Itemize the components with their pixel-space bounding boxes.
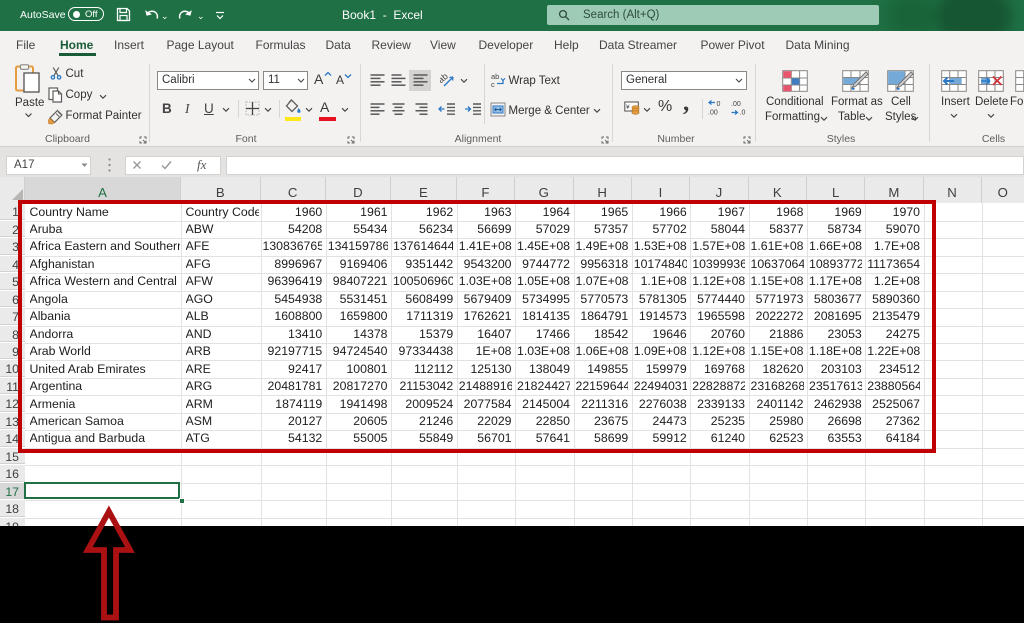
svg-text:.0: .0 xyxy=(740,110,746,117)
svg-text:¥: ¥ xyxy=(626,104,630,111)
svg-text:ab: ab xyxy=(440,72,450,85)
svg-text:0: 0 xyxy=(717,101,721,108)
svg-text:.00: .00 xyxy=(708,110,718,117)
svg-text:c: c xyxy=(491,80,495,88)
svg-text:.00: .00 xyxy=(731,101,741,108)
